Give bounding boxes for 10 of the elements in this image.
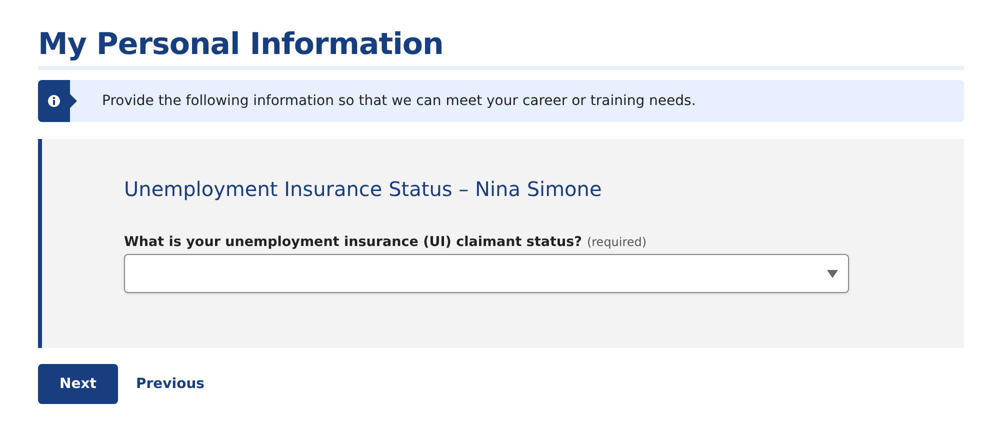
status-select[interactable] xyxy=(124,254,849,294)
question-label: What is your unemployment insurance (UI) claimant status? xyxy=(124,233,582,252)
next-button[interactable]: Next xyxy=(38,364,118,404)
section-title: Unemployment Insurance Status – Nina Simone xyxy=(124,176,603,203)
caret-icon xyxy=(827,270,838,278)
info-icon xyxy=(38,80,77,122)
page-title: My Personal Information xyxy=(38,26,444,64)
previous-link[interactable]: Previous xyxy=(136,374,205,394)
required-hint: (required) xyxy=(586,234,647,251)
info-text: Provide the following information so that we can meet your career or training needs. xyxy=(102,92,696,110)
